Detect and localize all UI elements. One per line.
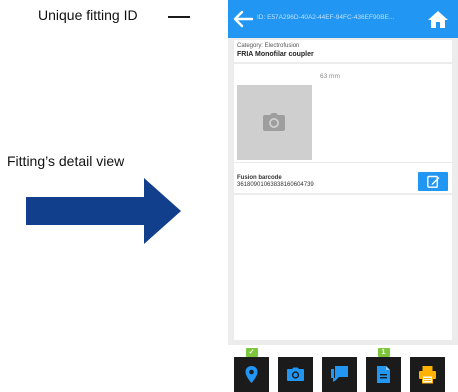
barcode-value: 36180901063838160604739 bbox=[237, 182, 314, 188]
barcode-label: Fusion barcode bbox=[237, 175, 282, 181]
camera-icon bbox=[263, 113, 285, 131]
unique-fitting-id-annotation: Unique fitting ID bbox=[38, 7, 138, 23]
photo-placeholder[interactable] bbox=[237, 85, 312, 160]
comments-button[interactable] bbox=[322, 357, 357, 392]
home-icon[interactable] bbox=[427, 10, 449, 29]
detail-view-annotation: Fitting’s detail view bbox=[7, 153, 125, 169]
back-arrow-icon[interactable] bbox=[232, 9, 254, 29]
location-pin-icon bbox=[245, 366, 258, 383]
camera-button[interactable] bbox=[278, 357, 313, 392]
fusion-barcode-card: Fusion barcode 36180901063838160604739 bbox=[234, 163, 452, 193]
location-button[interactable]: ✓ bbox=[234, 348, 269, 392]
fitting-header-card: Category: Electrofusion FRIA Monofilar c… bbox=[234, 40, 452, 62]
documents-button[interactable]: 1 bbox=[366, 348, 401, 392]
documents-badge: 1 bbox=[377, 348, 390, 357]
fitting-dimension: 63 mm bbox=[320, 73, 340, 80]
annotation-arrow-icon bbox=[26, 178, 181, 244]
fitting-name: FRIA Monofilar coupler bbox=[237, 51, 314, 58]
app-bar: ID: E57A296D-40A2-44EF-94FC-436EF90BE... bbox=[228, 0, 458, 38]
edit-barcode-button[interactable] bbox=[418, 172, 448, 191]
fitting-category: Category: Electrofusion bbox=[237, 43, 300, 49]
empty-card bbox=[234, 195, 452, 340]
annotation-leader-line bbox=[168, 16, 190, 18]
location-badge: ✓ bbox=[245, 348, 258, 357]
fitting-detail-screen: ID: E57A296D-40A2-44EF-94FC-436EF90BE...… bbox=[228, 0, 458, 345]
edit-barcode-icon bbox=[427, 175, 440, 188]
document-icon bbox=[377, 366, 390, 383]
bottom-action-bar: ✓ 1 bbox=[228, 345, 458, 392]
print-button[interactable] bbox=[410, 357, 445, 392]
fitting-photo-card: 63 mm bbox=[234, 64, 452, 162]
camera-icon bbox=[287, 367, 304, 381]
printer-icon bbox=[419, 366, 436, 384]
chat-icon bbox=[331, 366, 348, 382]
fitting-id-text: ID: E57A296D-40A2-44EF-94FC-436EF90BE... bbox=[257, 14, 395, 21]
